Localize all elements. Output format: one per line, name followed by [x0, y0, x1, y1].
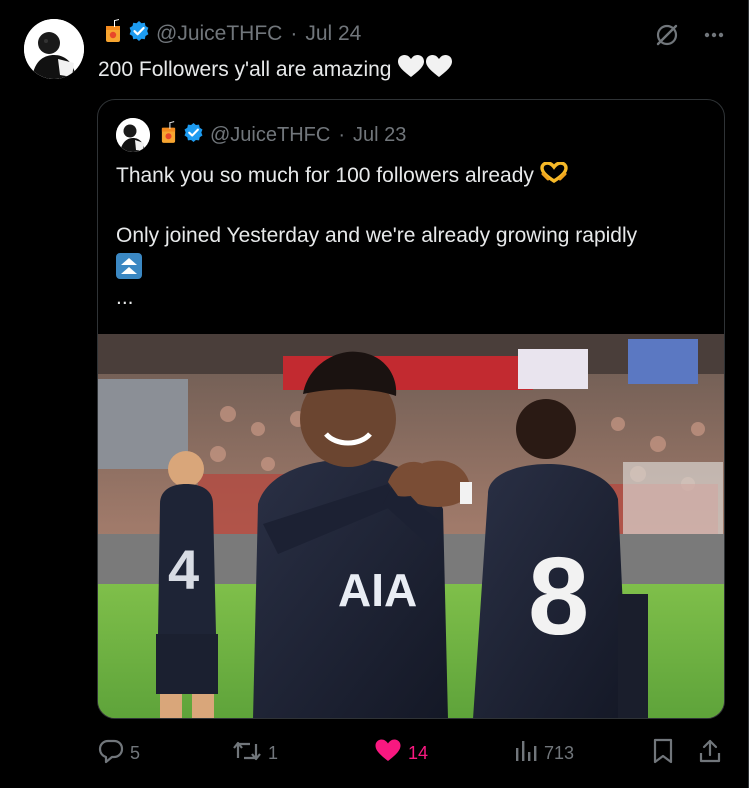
like-count: 14	[408, 742, 429, 763]
quoted-tweet-date[interactable]: Jul 23	[353, 124, 406, 147]
more-icon[interactable]	[702, 23, 726, 52]
quoted-text-line-4: ...	[116, 286, 134, 310]
quoted-text-ellipsis: ...	[116, 286, 134, 309]
views-count: 713	[544, 742, 575, 763]
share-icon	[698, 738, 722, 769]
tweet-date[interactable]: Jul 24	[305, 22, 361, 46]
juice-box-icon	[104, 19, 122, 49]
quoted-text-line-2: Only joined Yesterday and we're already …	[116, 224, 637, 248]
tweet-text: 200 Followers y'all are amazing	[98, 54, 453, 86]
quoted-author-handle[interactable]: @JuiceTHFC	[210, 124, 330, 147]
tweet[interactable]: @JuiceTHFC · Jul 24 200 Followers y'all …	[0, 0, 749, 788]
heart-hands-emoji-icon	[540, 161, 568, 190]
views-icon	[514, 738, 538, 769]
svg-text:AIA: AIA	[338, 564, 417, 616]
svg-text:4: 4	[168, 538, 199, 601]
repost-count: 1	[268, 742, 279, 763]
action-bar: 5 1 14 713	[98, 734, 726, 772]
tweet-text-content: 200 Followers y'all are amazing	[98, 58, 392, 81]
separator-dot: ·	[290, 22, 298, 45]
quoted-text-line-1: Thank you so much for 100 followers alre…	[116, 161, 568, 190]
quoted-avatar	[116, 118, 150, 152]
quoted-text-line-3	[116, 253, 142, 285]
juice-box-icon	[160, 120, 177, 150]
author-handle[interactable]: @JuiceTHFC	[156, 22, 282, 46]
bookmark-button[interactable]	[652, 734, 674, 772]
reply-icon	[98, 738, 124, 769]
like-button[interactable]: 14	[374, 734, 428, 772]
quoted-tweet-image[interactable]: 4 8 AIA	[98, 334, 724, 718]
quoted-tweet[interactable]: @JuiceTHFC · Jul 23 Thank you so much fo…	[97, 99, 725, 719]
views-button[interactable]: 713	[514, 734, 574, 772]
quoted-text-thanks: Thank you so much for 100 followers alre…	[116, 164, 534, 187]
verified-badge-icon[interactable]	[128, 20, 150, 48]
quoted-text-joined: Only joined Yesterday and we're already …	[116, 224, 638, 247]
tweet-header: @JuiceTHFC · Jul 24	[104, 19, 361, 49]
tweet-top-actions	[654, 22, 726, 53]
bookmark-icon	[652, 738, 674, 769]
grok-icon[interactable]	[654, 22, 680, 53]
reply-button[interactable]: 5	[98, 734, 140, 772]
verified-badge-icon[interactable]	[183, 122, 204, 149]
like-icon	[374, 738, 402, 769]
repost-icon	[232, 738, 262, 769]
share-button[interactable]	[698, 734, 722, 772]
white-heart-emoji-icon	[397, 54, 453, 86]
reply-count: 5	[130, 742, 141, 763]
separator-dot: ·	[338, 123, 345, 146]
repost-button[interactable]: 1	[232, 734, 278, 772]
avatar[interactable]	[24, 19, 84, 79]
quoted-tweet-header: @JuiceTHFC · Jul 23	[116, 118, 406, 152]
svg-text:8: 8	[528, 535, 589, 658]
double-up-arrow-emoji-icon	[116, 253, 142, 285]
